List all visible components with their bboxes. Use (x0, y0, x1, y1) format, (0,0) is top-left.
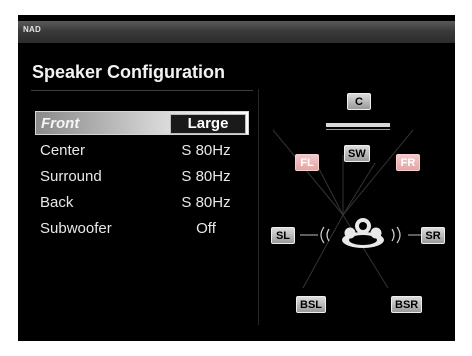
right-wave-icon (396, 226, 401, 244)
center-speaker-bar (326, 123, 390, 127)
speaker-sl: SL (271, 227, 295, 244)
speaker-sw: SW (344, 145, 370, 162)
ray-line (342, 129, 414, 216)
listener-icon (342, 218, 384, 248)
speaker-bsr: BSR (391, 296, 423, 313)
left-wave-icon (320, 226, 325, 244)
speaker-fl: FL (295, 154, 319, 171)
left-wave-icon (326, 228, 330, 242)
ray-line (302, 214, 344, 289)
ray-line (315, 162, 344, 216)
ray-line (342, 162, 376, 216)
center-speaker-bar-shadow (326, 129, 390, 130)
speaker-layout-lines (272, 129, 423, 289)
ray-line (272, 129, 344, 216)
osd-screen: NAD Speaker Configuration Front Large Ce… (18, 15, 455, 341)
right-wave-icon (391, 228, 395, 242)
speaker-c: C (347, 93, 371, 110)
speaker-bsl: BSL (296, 296, 326, 313)
speaker-sr: SR (421, 227, 445, 244)
speaker-fr: FR (396, 154, 420, 171)
